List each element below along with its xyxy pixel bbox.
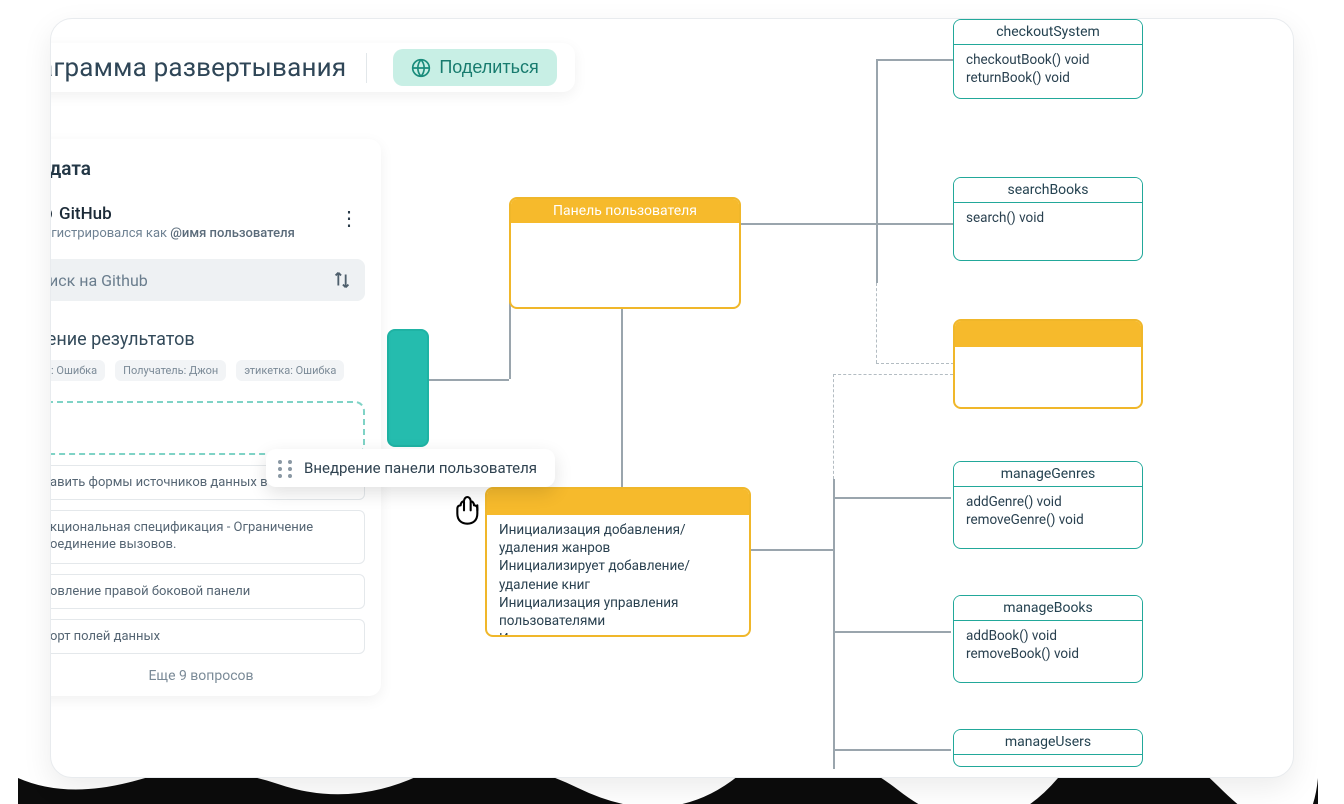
node-manage-genres[interactable]: manageGenres addGenre() void removeGenre…	[953, 461, 1143, 549]
node-body: addBook() void removeBook() void	[954, 621, 1142, 669]
edge	[621, 307, 623, 487]
share-label: Поделиться	[439, 57, 538, 78]
search-input[interactable]: иск на Github	[50, 259, 365, 301]
node-teal-stub[interactable]	[387, 329, 429, 447]
node-body: addGenre() void removeGenre() void	[954, 487, 1142, 535]
page-title: аграмма развертывания	[50, 53, 367, 83]
node-user-panel[interactable]: Панель пользователя	[509, 197, 741, 309]
kebab-menu[interactable]: ⋮	[333, 204, 365, 232]
github-subtitle: регистрировался как @имя пользователя	[50, 226, 295, 241]
edge	[741, 223, 876, 225]
search-placeholder: иск на Github	[50, 271, 148, 290]
sort-icon	[331, 269, 353, 291]
edge	[833, 497, 951, 499]
header: аграмма развертывания Поделиться	[50, 43, 575, 92]
node-body: Инициализация добавления/удаления жанров…	[487, 515, 749, 637]
node-body: checkoutBook() void returnBook() void	[954, 45, 1142, 93]
issue-item[interactable]: кциональная спецификация - Ограничение о…	[50, 510, 365, 564]
edge	[876, 223, 954, 225]
edge	[876, 363, 954, 365]
filter-chip[interactable]: этикетка: Ошибка	[236, 360, 344, 381]
grab-cursor-icon	[449, 487, 489, 527]
node-search-books[interactable]: searchBooks search() void	[953, 177, 1143, 261]
edge	[876, 59, 954, 61]
node-title: manageBooks	[954, 596, 1142, 621]
issue-item[interactable]: орт полей данных	[50, 619, 365, 654]
filter-chip[interactable]: Получатель: Джон	[115, 360, 226, 381]
edge	[833, 374, 953, 376]
node-title: Панель пользователя	[511, 199, 739, 223]
drop-zone[interactable]	[50, 401, 365, 455]
edge	[876, 59, 878, 283]
node-title: manageGenres	[954, 462, 1142, 487]
edge	[751, 549, 833, 551]
node-title	[955, 321, 1141, 347]
node-title: searchBooks	[954, 178, 1142, 203]
node-title: manageUsers	[954, 730, 1142, 755]
panel-title: Эдата	[50, 157, 365, 180]
globe-icon	[411, 58, 431, 78]
issue-item[interactable]: овление правой боковой панели	[50, 574, 365, 609]
github-title: GitHub	[50, 204, 295, 224]
edge	[833, 479, 835, 769]
node-admin-panel[interactable]: Инициализация добавления/удаления жанров…	[485, 487, 751, 637]
app-frame: Панель пользователя Инициализация добавл…	[50, 18, 1294, 778]
edge	[429, 379, 509, 381]
github-section: GitHub регистрировался как @имя пользова…	[50, 204, 365, 241]
node-manage-users[interactable]: manageUsers	[953, 729, 1143, 767]
edge	[833, 749, 951, 751]
node-checkout-system[interactable]: checkoutSystem checkoutBook() void retur…	[953, 19, 1143, 99]
drag-card[interactable]: Внедрение панели пользователя	[266, 449, 555, 487]
drag-handle-icon	[278, 460, 294, 476]
filter-chip[interactable]: а: Ошибка	[50, 360, 105, 381]
more-issues-link[interactable]: Еще 9 вопросов	[50, 668, 365, 684]
drag-card-label: Внедрение панели пользователя	[304, 459, 537, 477]
filter-chips: а: Ошибка Получатель: Джон этикетка: Оши…	[50, 360, 365, 381]
edge	[833, 374, 835, 479]
edge	[876, 283, 878, 363]
node-title: checkoutSystem	[954, 20, 1142, 45]
github-icon	[50, 206, 53, 222]
sidebar-panel: Эдата GitHub регистрировался как @имя по…	[50, 139, 381, 696]
results-heading: чение результатов	[50, 329, 365, 350]
node-manage-books[interactable]: manageBooks addBook() void removeBook() …	[953, 595, 1143, 683]
edge	[833, 631, 951, 633]
node-empty-yellow[interactable]	[953, 319, 1143, 409]
share-button[interactable]: Поделиться	[393, 49, 556, 86]
node-body: search() void	[954, 203, 1142, 233]
node-title	[487, 489, 749, 515]
